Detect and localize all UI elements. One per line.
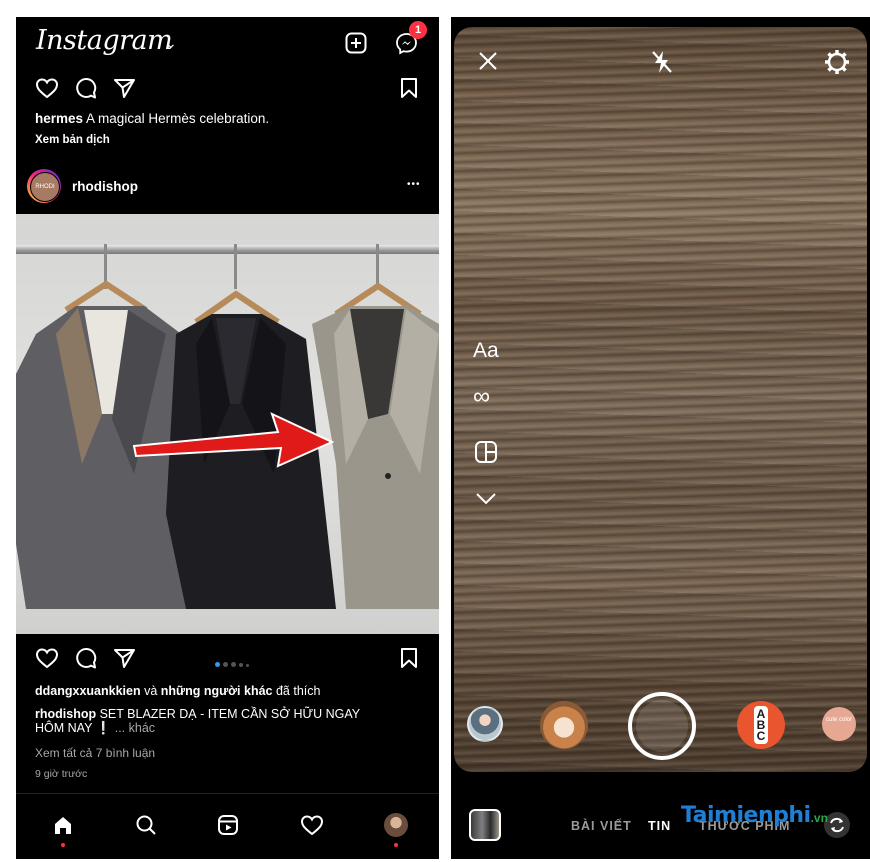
chevron-down-icon[interactable]: ⌄	[165, 35, 177, 52]
effect-cute-color[interactable]: cute color	[822, 707, 856, 741]
avatar-image: RHODI	[30, 172, 60, 202]
layout-icon[interactable]	[474, 440, 498, 464]
save-icon[interactable]	[399, 77, 419, 99]
view-comments-link[interactable]: Xem tất cả 7 bình luận	[35, 746, 155, 760]
carousel-indicator	[215, 654, 252, 672]
post-time: 9 giờ trước	[35, 768, 88, 780]
boomerang-tool[interactable]: ∞	[473, 383, 490, 411]
liked-and: và	[144, 684, 158, 698]
search-icon	[136, 815, 156, 835]
caption-more-link[interactable]: ... khác	[115, 721, 155, 735]
like-icon[interactable]	[35, 647, 59, 669]
likes-summary[interactable]: ddangxxuankkien và những người khác đã t…	[35, 684, 320, 698]
prev-post-caption-text: A magical Hermès celebration.	[86, 111, 270, 126]
avatar[interactable]: RHODI	[27, 169, 61, 203]
watermark-suffix: .vn	[810, 811, 828, 825]
post-image[interactable]	[16, 214, 439, 634]
caption-line: SET BLAZER DẠ - ITEM CẦN SỞ HỮU NGAY	[99, 707, 361, 721]
instagram-logo[interactable]: Instagram	[36, 25, 173, 56]
caption-line: HÔM NAY	[35, 721, 93, 735]
mode-story[interactable]: TIN	[648, 819, 671, 833]
liked-username[interactable]: ddangxxuankkien	[35, 684, 141, 698]
reels-tab[interactable]	[213, 810, 243, 840]
chevron-down-icon[interactable]	[475, 492, 497, 506]
carousel-dot	[239, 663, 243, 667]
blazers-illustration	[16, 280, 439, 609]
notification-dot	[394, 843, 398, 847]
close-icon[interactable]	[478, 51, 498, 71]
carousel-dot	[246, 664, 249, 667]
home-tab[interactable]	[48, 810, 78, 840]
share-icon[interactable]	[113, 647, 136, 669]
carousel-dot	[223, 662, 228, 667]
mode-post[interactable]: BÀI VIẾT	[571, 819, 632, 833]
carousel-dot	[215, 662, 220, 667]
watermark-brand: Taimienphi	[681, 803, 811, 828]
comment-icon[interactable]	[74, 647, 97, 670]
profile-tab[interactable]	[381, 810, 411, 840]
flash-off-icon[interactable]	[650, 49, 674, 75]
effect-portrait[interactable]	[467, 706, 503, 742]
instagram-feed-screen: Instagram ⌄ 1 hermes A magical Hermès ce…	[16, 17, 439, 859]
notification-dot	[61, 843, 65, 847]
heart-icon	[300, 815, 324, 836]
prev-post-caption: hermes A magical Hermès celebration.	[35, 111, 269, 126]
like-icon[interactable]	[35, 77, 59, 99]
share-icon[interactable]	[113, 77, 136, 99]
comment-icon[interactable]	[74, 77, 97, 100]
save-icon[interactable]	[399, 647, 419, 669]
post-username[interactable]: rhodishop	[72, 179, 138, 194]
post-caption: rhodishop SET BLAZER DẠ - ITEM CẦN SỞ HỮ…	[35, 707, 430, 735]
create-text-tool[interactable]: Aa	[473, 339, 499, 363]
effect-abc[interactable]: ABC	[737, 701, 785, 749]
profile-avatar	[384, 813, 408, 837]
caption-emoji: ❕	[95, 721, 112, 735]
activity-tab[interactable]	[297, 810, 327, 840]
shutter-inner	[636, 700, 688, 752]
shutter-button[interactable]	[628, 692, 696, 760]
instagram-camera-screen: Aa ∞ ABC cute color BÀI VIẾT TIN THƯỚC P…	[451, 17, 870, 859]
gallery-thumbnail[interactable]	[469, 809, 501, 841]
liked-others[interactable]: những người khác	[161, 684, 273, 698]
bottom-nav	[16, 793, 439, 859]
reels-icon	[218, 815, 238, 835]
search-tab[interactable]	[131, 810, 161, 840]
carousel-dot	[231, 662, 236, 667]
liked-suffix: đã thích	[275, 684, 321, 698]
more-options-icon[interactable]: •••	[407, 179, 421, 190]
effect-abc-label: ABC	[754, 706, 768, 744]
watermark: Taimienphi.vn	[681, 803, 828, 828]
translate-link[interactable]: Xem bản dịch	[35, 134, 110, 146]
prev-post-username[interactable]: hermes	[35, 111, 83, 126]
home-icon	[55, 817, 71, 834]
effect-cat[interactable]	[540, 701, 588, 749]
new-post-icon[interactable]	[345, 32, 367, 54]
messenger-badge: 1	[409, 21, 427, 39]
caption-username[interactable]: rhodishop	[35, 707, 96, 721]
camera-viewfinder[interactable]: Aa ∞ ABC cute color	[454, 27, 867, 772]
settings-icon[interactable]	[824, 49, 850, 75]
